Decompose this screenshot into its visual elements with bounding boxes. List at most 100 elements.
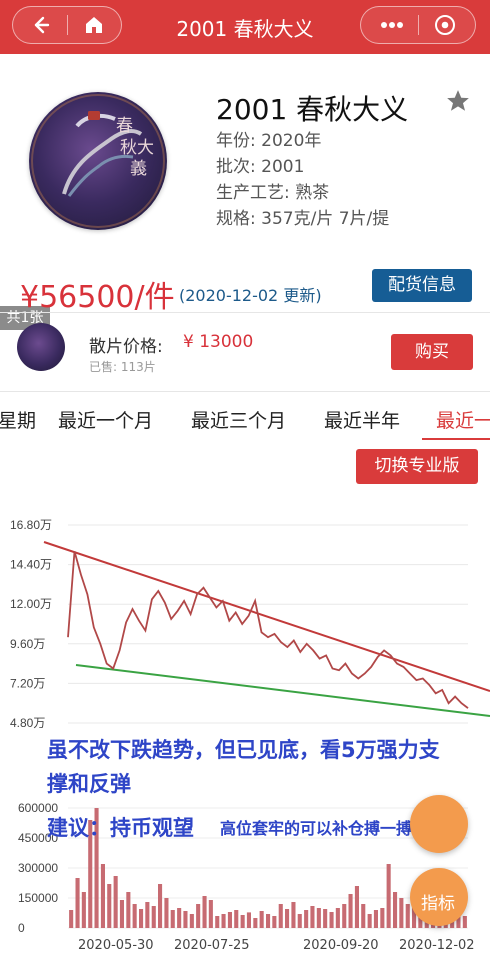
volume-bar: [253, 918, 258, 928]
x-tick-label: 2020-07-25: [174, 938, 250, 953]
tea-cake-art: 春 秋大 義: [31, 94, 165, 228]
volume-bar: [196, 904, 201, 928]
x-tick-label: 2020-05-30: [78, 938, 154, 953]
volume-bar: [297, 914, 302, 928]
volume-bar: [342, 904, 347, 928]
volume-bar: [202, 896, 207, 928]
volume-bar: [348, 894, 353, 928]
volume-bar: [329, 912, 334, 928]
y-tick-label: 14.40万: [10, 558, 52, 572]
year-label: 年份: 2020年: [216, 131, 322, 151]
volume-bar: [69, 910, 74, 928]
volume-bar: [132, 904, 137, 928]
volume-bar: [310, 906, 315, 928]
y-tick-label: 9.60万: [10, 637, 45, 651]
volume-bar: [183, 911, 188, 928]
volume-bar: [126, 892, 131, 928]
volume-bar: [221, 914, 226, 928]
tab-one-month[interactable]: 最近一个月: [58, 406, 153, 433]
volume-bar: [304, 910, 309, 928]
analysis-line-2: 撑和反弹: [47, 772, 131, 796]
loose-thumbnail[interactable]: [17, 323, 65, 371]
target-icon: [435, 15, 455, 35]
volume-bar: [215, 916, 220, 928]
volume-y-tick-label: 300000: [18, 861, 58, 875]
top-bar: 2001 春秋大义: [0, 0, 490, 54]
volume-bar: [145, 902, 150, 928]
lower-trend-line: [75, 664, 490, 717]
volume-bar: [240, 915, 245, 928]
volume-bar: [151, 906, 156, 928]
volume-bar: [246, 912, 251, 928]
spec-label: 规格: 357克/片 7片/提: [216, 209, 390, 229]
chart-grid: [68, 524, 468, 724]
y-tick-label: 7.20万: [10, 676, 45, 690]
seal-text-3: 義: [130, 159, 147, 179]
volume-bar: [113, 876, 118, 928]
volume-bar: [234, 910, 239, 928]
volume-bar: [119, 900, 124, 928]
tab-one-year[interactable]: 最近一: [436, 406, 490, 433]
sold-count: 已售: 113片: [89, 360, 156, 374]
tab-three-months[interactable]: 最近三个月: [191, 406, 286, 433]
period-tabs: 星期 最近一个月 最近三个月 最近半年 最近一: [0, 406, 490, 440]
more-button[interactable]: [365, 7, 419, 43]
volume-bar: [367, 914, 372, 928]
loose-price-label: 散片价格:: [89, 337, 163, 357]
volume-bar: [291, 902, 296, 928]
volume-bar: [75, 878, 80, 928]
suggest-title: 建议：持币观望: [47, 816, 194, 840]
volume-bar: [462, 916, 467, 928]
volume-bar: [393, 892, 398, 928]
volume-bar: [380, 908, 385, 928]
tab-half-year[interactable]: 最近半年: [324, 406, 400, 433]
product-image[interactable]: 春 秋大 義: [29, 92, 167, 230]
volume-bar: [335, 908, 340, 928]
volume-bar: [361, 904, 366, 928]
volume-bar: [189, 914, 194, 928]
more-icon: [381, 22, 403, 28]
volume-bar: [373, 910, 378, 928]
volume-bar: [266, 914, 271, 928]
seal-text-1: 春: [116, 116, 133, 136]
indicator-label: 指标: [421, 894, 455, 914]
volume-bar: [399, 898, 404, 928]
volume-bar: [170, 910, 175, 928]
process-label: 生产工艺: 熟茶: [216, 183, 330, 203]
volume-bar: [285, 909, 290, 928]
volume-bar: [100, 864, 105, 928]
product-name: 2001 春秋大义: [216, 93, 409, 126]
y-tick-label: 4.80万: [10, 716, 45, 730]
switch-pro-button[interactable]: 切换专业版: [356, 449, 478, 484]
volume-bar: [208, 900, 213, 928]
volume-bar: [354, 886, 359, 928]
volume-bar: [158, 884, 163, 928]
close-miniapp-button[interactable]: [418, 7, 472, 43]
analysis-line-1: 虽不改下跌趋势，但已见底，看5万强力支: [47, 738, 440, 762]
volume-bar: [405, 904, 410, 928]
floating-action-button[interactable]: [410, 795, 468, 853]
volume-bar: [177, 908, 182, 928]
buy-button[interactable]: 购买: [391, 334, 473, 370]
price-line: [67, 551, 469, 709]
volume-bar: [139, 909, 144, 928]
divider: [0, 312, 490, 313]
favorite-star-icon[interactable]: [445, 88, 471, 114]
volume-bar: [278, 904, 283, 928]
batch-label: 批次: 2001: [216, 157, 305, 177]
volume-bar: [107, 884, 112, 928]
y-tick-label: 12.00万: [10, 597, 52, 611]
volume-y-tick-label: 150000: [18, 891, 58, 905]
trend-lines: [43, 541, 490, 717]
distribution-info-button[interactable]: 配货信息: [372, 269, 472, 302]
price-y-ticks: 16.80万 14.40万 12.00万 9.60万 7.20万 4.80万: [10, 518, 52, 730]
product-price: ¥56500/件: [20, 280, 175, 315]
volume-bar: [164, 898, 169, 928]
volume-bar: [81, 892, 86, 928]
seal-text-2: 秋大: [120, 138, 154, 158]
volume-bar: [272, 916, 277, 928]
price-updated: (2020-12-02 更新): [179, 286, 322, 305]
y-tick-label: 16.80万: [10, 518, 52, 532]
loose-price-value: ¥ 13000: [183, 332, 254, 352]
tab-week[interactable]: 星期: [0, 406, 36, 433]
